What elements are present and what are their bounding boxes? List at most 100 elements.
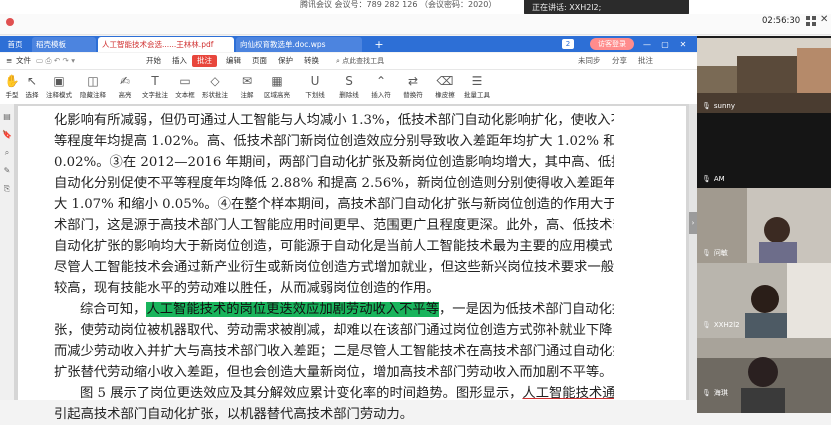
scrollbar[interactable]	[689, 104, 697, 400]
doc-line[interactable]: 尽管人工智能技术会通过新产业衍生或新岗位创造方式增加就业，但这些新兴岗位技术要求…	[54, 257, 614, 278]
menu-start[interactable]: 开始	[146, 55, 161, 67]
window-close-icon[interactable]: ✕	[676, 37, 690, 52]
tab-home[interactable]: 首页	[0, 37, 30, 52]
share-button[interactable]: 分享	[612, 55, 627, 67]
area-highlight-icon: ▦	[271, 74, 283, 88]
shape-comment-icon: ◇	[210, 74, 220, 88]
comment-button[interactable]: 批注	[638, 55, 653, 67]
menu-convert[interactable]: 转换	[304, 55, 319, 67]
participant-name: 🎙 问敏	[702, 248, 728, 259]
tool-insert[interactable]: ⌃ 插入符	[366, 72, 396, 102]
minimize-icon[interactable]: —	[640, 37, 654, 52]
comment-icon[interactable]: ✎	[2, 166, 12, 176]
recording-dot-icon	[6, 18, 14, 26]
doc-line[interactable]: 较高，现有技能水平的劳动难以胜任，从而减弱岗位创造的作用。	[54, 278, 614, 299]
tool-label: 删除线	[339, 91, 359, 99]
doc-text: ，一是因为低技术部门自动化扩	[439, 302, 614, 317]
tool-hide-annotate[interactable]: ◫ 隐藏注释	[78, 72, 108, 102]
strikethrough-icon: S	[345, 74, 353, 88]
tool-area-highlight[interactable]: ▦ 区域高亮	[262, 72, 292, 102]
menu-icon[interactable]: ≡	[6, 55, 12, 67]
batch-icon: ☰	[471, 74, 483, 88]
login-button[interactable]: 访客登录	[590, 38, 634, 50]
search-icon[interactable]: ⌕	[2, 148, 12, 158]
tool-shape-comment[interactable]: ◇ 形状批注	[200, 72, 230, 102]
doc-line[interactable]: 化影响有所减弱，但仍可通过人工智能与人均减小 1.3%，低技术部门自动化影响扩化…	[54, 110, 614, 131]
replace-icon: ⇄	[407, 74, 419, 88]
tab-wps-document[interactable]: 向仙权育教选单.doc.wps	[236, 37, 362, 52]
menu-edit[interactable]: 编辑	[226, 55, 241, 67]
tool-label: 形状批注	[202, 91, 228, 99]
underlined-text[interactable]: 人工智能技术通过	[522, 386, 614, 401]
tool-strikethrough[interactable]: S 删除线	[334, 72, 364, 102]
mic-icon: 🎙	[702, 249, 711, 257]
tool-replace[interactable]: ⇄ 替换符	[398, 72, 428, 102]
textbox-icon: ▭	[179, 74, 191, 88]
participant-video[interactable]	[697, 338, 831, 413]
tool-label: 下划线	[305, 91, 325, 99]
participant-name-label: 海琪	[713, 389, 728, 397]
menu-protect[interactable]: 保护	[278, 55, 293, 67]
tool-label: 文字批注	[142, 91, 168, 99]
doc-text: 综合可知，	[80, 302, 147, 317]
doc-line[interactable]: 大 1.07% 和缩小 0.05%。④在整个样本期间，高技术部门自动化扩张与新岗…	[54, 194, 614, 215]
doc-line[interactable]: 综合可知，人工智能技术的岗位更迭效应加剧劳动收入不平等，一是因为低技术部门自动化…	[80, 299, 614, 320]
highlighted-text[interactable]: 人工智能技术的岗位更迭效应加剧劳动收入不平等	[146, 302, 440, 317]
participant-name: 🎙 AM	[702, 174, 725, 185]
new-tab-button[interactable]: +	[372, 37, 386, 52]
menu-file[interactable]: 文件	[16, 55, 31, 67]
quick-access-icons[interactable]: ▭ ⎙ ↶ ↷ ▾	[36, 55, 75, 67]
meeting-timer: 02:56:30	[762, 16, 801, 26]
tool-search[interactable]: ⌕ 点此查找工具	[336, 55, 398, 67]
participant-name-label: 问敏	[713, 249, 728, 257]
tool-annotate-mode[interactable]: ▣ 注释模式	[44, 72, 74, 102]
doc-line[interactable]: 张，使劳动岗位被机器取代、劳动需求被削减，却难以在该部门通过岗位创造方式弥补就业…	[54, 320, 614, 341]
tab-docer[interactable]: 稻壳模板	[32, 37, 96, 52]
maximize-icon[interactable]: ▢	[658, 37, 672, 52]
insert-icon: ⌃	[375, 74, 387, 88]
tool-label: 橡皮擦	[435, 91, 455, 99]
doc-line[interactable]: 引起高技术部门自动化扩张，以机器替代高技术部门劳动力。	[54, 404, 614, 425]
underline-icon: U	[310, 74, 320, 88]
sync-status[interactable]: 未同步	[578, 55, 601, 67]
tool-label: 插入符	[371, 91, 391, 99]
tool-batch[interactable]: ☰ 批量工具	[462, 72, 492, 102]
participant-name-label: XXH2l2	[713, 321, 740, 329]
tool-eraser[interactable]: ⌫ 橡皮擦	[430, 72, 460, 102]
tool-label: 选择	[25, 91, 39, 99]
hide-annotate-icon: ◫	[87, 74, 99, 88]
doc-line[interactable]: 术部门，这是源于高技术部门人工智能应用时间更早、范围更广且程度更深。此外，高、低…	[54, 215, 614, 236]
tool-textbox[interactable]: ▭ 文本框	[170, 72, 200, 102]
doc-line[interactable]: 而减少劳动收入并扩大与高技术部门收入差距；二是尽管人工智能技术在高技术部门通过自…	[54, 341, 614, 362]
tool-label: 隐藏注释	[80, 91, 106, 99]
tool-note[interactable]: ✉ 注解	[232, 72, 262, 102]
grid-view-icon[interactable]	[806, 16, 816, 26]
tab-count-badge[interactable]: 2	[562, 39, 574, 49]
tool-underline[interactable]: U 下划线	[300, 72, 330, 102]
collapse-arrow-icon[interactable]: ›	[689, 212, 697, 234]
doc-line[interactable]: 0.02%。③在 2012—2016 年期间，两部门自动化扩张及新岗位创造影响均…	[54, 152, 614, 173]
doc-line[interactable]: 图 5 展示了岗位更迭效应及其分解效应累计变化率的时间趋势。图形显示，人工智能技…	[80, 383, 614, 404]
tool-cursor[interactable]: ↖ 选择	[22, 72, 42, 102]
tool-label: 文本框	[175, 91, 195, 99]
bookmark-icon[interactable]: 🔖	[2, 130, 12, 140]
doc-line[interactable]: 自动化分别促使不平等程度年均降低 2.88% 和提高 2.56%，新岗位创造则分…	[54, 173, 614, 194]
meeting-toolbar	[0, 14, 831, 35]
tool-hand[interactable]: ✋ 手型	[2, 72, 22, 102]
menu-insert[interactable]: 插入	[172, 55, 187, 67]
tool-text-comment[interactable]: T 文字批注	[140, 72, 170, 102]
thumbnail-icon[interactable]: ▤	[2, 112, 12, 122]
menu-page[interactable]: 页面	[252, 55, 267, 67]
doc-line[interactable]: 扩张替代劳动缩小收入差距，但也会创造大量新岗位，增加高技术部门劳动收入而加剧不平…	[54, 362, 614, 383]
close-icon[interactable]: ✕	[820, 14, 830, 26]
text-comment-icon: T	[151, 74, 159, 88]
menu-annotate[interactable]: 批注	[192, 55, 217, 67]
annotate-mode-icon: ▣	[53, 74, 65, 88]
tab-pdf-document[interactable]: 人工智能技术会选......王林林.pdf	[98, 37, 234, 52]
tool-label: 注释模式	[46, 91, 72, 99]
attachment-icon[interactable]: ⎘	[2, 184, 12, 194]
tool-label: 批量工具	[464, 91, 490, 99]
doc-line[interactable]: 等程度年均提高 1.02%。高、低技术部门新岗位创造效应分别导致收入差距年均扩大…	[54, 131, 614, 152]
tool-highlight[interactable]: ✍ 高亮	[110, 72, 140, 102]
doc-line[interactable]: 自动化扩张的影响均大于新岗位创造，可能源于自动化是当前人工智能技术最为主要的应用…	[54, 236, 614, 257]
